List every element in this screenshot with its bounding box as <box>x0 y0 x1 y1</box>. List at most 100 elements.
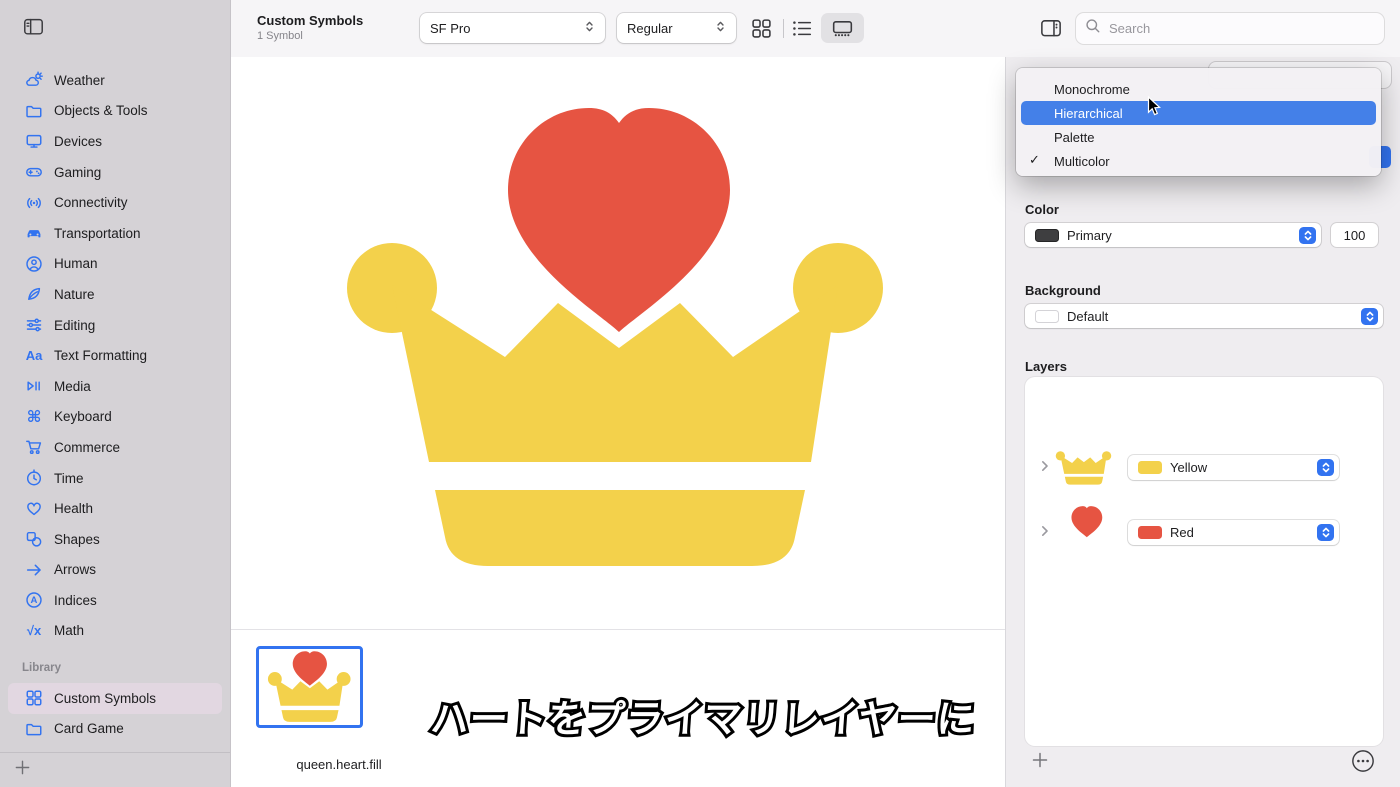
symbol-thumbnail-selected[interactable]: queen.heart.fill <box>256 646 382 772</box>
list-view-button[interactable] <box>792 18 813 44</box>
rendering-mode-menu: Monochrome Hierarchical Palette ✓ Multico… <box>1016 68 1381 176</box>
menu-item-palette[interactable]: Palette <box>1016 125 1381 149</box>
sidebar-item-custom-symbols[interactable]: Custom Symbols <box>8 683 222 714</box>
toolbar: Custom Symbols 1 Symbol SF Pro Regular <box>231 0 1400 57</box>
stepper-icon[interactable] <box>1317 459 1334 476</box>
menu-item-hierarchical[interactable]: Hierarchical <box>1016 101 1381 125</box>
heart-layer-thumbnail[interactable] <box>1069 505 1105 539</box>
sidebar-item-time[interactable]: Time <box>8 463 222 494</box>
sidebar-item-health[interactable]: Health <box>8 493 222 524</box>
sidebar-item-keyboard[interactable]: ⌘ Keyboard <box>8 402 222 433</box>
menu-item-monochrome[interactable]: Monochrome <box>1016 77 1381 101</box>
sidebar-item-gaming[interactable]: Gaming <box>8 157 222 188</box>
svg-text:A: A <box>31 596 38 607</box>
sidebar-item-human[interactable]: Human <box>8 249 222 280</box>
folder-icon <box>22 720 46 738</box>
sidebar-item-objects-tools[interactable]: Objects & Tools <box>8 96 222 127</box>
layer-color-popup-yellow[interactable]: Yellow <box>1128 455 1339 480</box>
crown-layer-thumbnail[interactable] <box>1055 449 1113 487</box>
sidebar-item-commerce[interactable]: Commerce <box>8 432 222 463</box>
arrow-right-icon <box>22 561 46 579</box>
sidebar-item-weather[interactable]: Weather <box>8 65 222 96</box>
grid-view-button[interactable] <box>751 18 772 44</box>
stepper-icon[interactable] <box>1317 524 1334 541</box>
sidebar-item-label: Keyboard <box>54 409 112 425</box>
color-popup[interactable]: Primary <box>1025 223 1321 247</box>
playpause-icon <box>22 377 46 395</box>
gallery-view-button[interactable] <box>832 18 853 44</box>
disclosure-chevron-icon[interactable] <box>1041 524 1049 542</box>
sidebar-item-arrows[interactable]: Arrows <box>8 555 222 586</box>
background-popup[interactable]: Default <box>1025 304 1383 328</box>
search-input[interactable] <box>1107 20 1375 37</box>
layer-color-value: Yellow <box>1170 460 1208 475</box>
sidebar-item-label: Card Game <box>54 721 124 737</box>
background-color-swatch <box>1035 309 1059 323</box>
sidebar-category-list: Weather Objects & Tools Devices Gaming C… <box>8 65 222 646</box>
sidebar-item-card-game[interactable]: Card Game <box>8 714 222 745</box>
sidebar-item-media[interactable]: Media <box>8 371 222 402</box>
sidebar-bottom-bar <box>0 752 230 787</box>
shapes-icon <box>22 530 46 548</box>
stepper-icon[interactable] <box>1299 226 1316 244</box>
font-popup[interactable]: SF Pro <box>420 13 605 43</box>
search-icon <box>1085 18 1101 39</box>
sidebar-item-label: Indices <box>54 592 97 608</box>
sidebar-item-label: Devices <box>54 133 103 149</box>
sidebar-item-shapes[interactable]: Shapes <box>8 524 222 555</box>
weight-popup[interactable]: Regular <box>617 13 736 43</box>
opacity-field[interactable]: 100 <box>1331 223 1378 247</box>
add-library-button[interactable] <box>14 759 31 781</box>
sidebar-item-transportation[interactable]: Transportation <box>8 218 222 249</box>
primary-color-swatch <box>1035 228 1059 242</box>
sidebar-item-math[interactable]: √x Math <box>8 616 222 647</box>
textformat-icon: Aa <box>25 348 43 364</box>
menu-item-label: Palette <box>1054 129 1095 145</box>
sidebar-item-label: Objects & Tools <box>54 103 148 119</box>
sidebar-item-label: Editing <box>54 317 96 333</box>
layer-color-popup-red[interactable]: Red <box>1128 520 1339 545</box>
menu-item-label: Monochrome <box>1054 81 1130 97</box>
sidebar-item-label: Weather <box>54 72 105 88</box>
sidebar-item-editing[interactable]: Editing <box>8 310 222 341</box>
sidebar-item-label: Math <box>54 623 85 639</box>
sidebar-item-label: Media <box>54 378 91 394</box>
cart-icon <box>22 438 46 456</box>
chevron-up-down-icon <box>584 19 595 37</box>
background-popup-value: Default <box>1067 308 1109 324</box>
stepper-icon[interactable] <box>1361 307 1378 325</box>
symbol-count: 1 Symbol <box>257 30 303 42</box>
menu-item-label: Multicolor <box>1054 153 1110 169</box>
command-icon: ⌘ <box>26 408 42 426</box>
inspector-panel: Monochrome Hierarchical Palette ✓ Multico… <box>1005 57 1400 787</box>
sidebar-item-text-formatting[interactable]: Aa Text Formatting <box>8 340 222 371</box>
menu-item-label: Hierarchical <box>1054 105 1123 121</box>
search-field[interactable] <box>1076 13 1384 44</box>
display-icon <box>22 132 46 150</box>
menu-item-multicolor[interactable]: ✓ Multicolor <box>1016 149 1381 173</box>
disclosure-chevron-icon[interactable] <box>1041 459 1049 477</box>
sidebar-item-devices[interactable]: Devices <box>8 126 222 157</box>
red-swatch <box>1138 526 1162 539</box>
chevron-up-down-icon <box>715 19 726 37</box>
layers-section-label: Layers <box>1025 359 1067 374</box>
clock-icon <box>22 469 46 487</box>
sidebar-item-connectivity[interactable]: Connectivity <box>8 187 222 218</box>
color-section-label: Color <box>1025 202 1059 217</box>
font-popup-value: SF Pro <box>430 20 471 36</box>
weight-popup-value: Regular <box>627 20 673 36</box>
leaf-icon <box>22 285 46 303</box>
sidebar-item-indices[interactable]: A Indices <box>8 585 222 616</box>
add-layer-button[interactable] <box>1031 751 1049 774</box>
more-options-button[interactable] <box>1351 749 1375 778</box>
symbol-name: queen.heart.fill <box>296 757 382 772</box>
grid-squares-icon <box>22 689 46 707</box>
inspector-toggle-icon[interactable] <box>1040 18 1062 44</box>
checkmark-icon: ✓ <box>1029 152 1040 167</box>
color-popup-value: Primary <box>1067 227 1112 243</box>
car-icon <box>22 224 46 242</box>
yellow-swatch <box>1138 461 1162 474</box>
sidebar-item-label: Time <box>54 470 84 486</box>
sidebar-toggle-icon[interactable] <box>23 17 44 42</box>
sidebar-item-nature[interactable]: Nature <box>8 279 222 310</box>
